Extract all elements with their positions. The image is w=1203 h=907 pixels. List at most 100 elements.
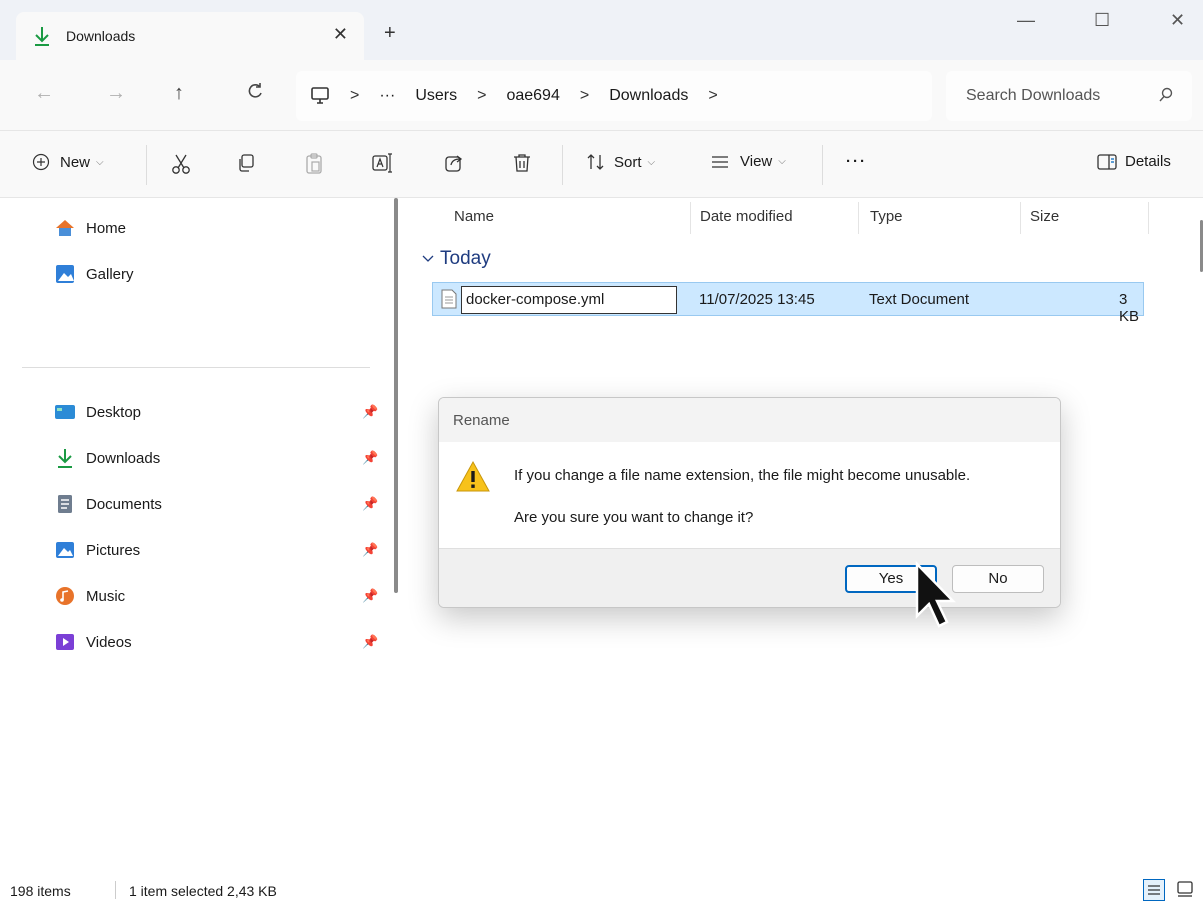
status-bar: 198 items 1 item selected 2,43 KB — [0, 873, 1203, 907]
sidebar-item-desktop[interactable]: Desktop — [54, 402, 141, 422]
refresh-icon — [248, 83, 262, 98]
sidebar-scrollbar[interactable] — [394, 198, 398, 593]
pin-icon[interactable]: 📌 — [362, 634, 378, 650]
warning-icon — [456, 460, 490, 492]
group-header-today[interactable]: Today — [422, 248, 491, 270]
breadcrumb-separator: > — [350, 87, 360, 104]
tab-close-button[interactable]: ✕ — [333, 24, 348, 45]
column-header-type[interactable]: Type — [870, 208, 903, 225]
music-icon — [56, 587, 74, 605]
sidebar-item-music[interactable]: Music — [54, 586, 125, 606]
divider — [822, 145, 823, 185]
rename-dialog: Rename If you change a file name extensi… — [438, 397, 1061, 608]
pin-icon[interactable]: 📌 — [362, 588, 378, 604]
maximize-button[interactable]: ☐ — [1094, 10, 1110, 31]
sidebar-item-pictures[interactable]: Pictures — [54, 540, 140, 560]
share-button[interactable] — [444, 153, 464, 173]
forward-button[interactable]: → — [106, 82, 126, 105]
sidebar-item-label: Home — [86, 219, 127, 237]
date-modified-cell: 11/07/2025 13:45 — [699, 291, 815, 308]
breadcrumb-user-folder[interactable]: oae694 — [506, 87, 559, 105]
close-button[interactable]: ✕ — [1170, 10, 1185, 31]
back-button[interactable]: ← — [34, 82, 54, 105]
sidebar-item-documents[interactable]: Documents — [54, 494, 162, 514]
selection-info: 1 item selected 2,43 KB — [129, 883, 277, 899]
new-label: New — [60, 153, 91, 171]
breadcrumb-separator[interactable]: > — [708, 87, 717, 105]
tiles-view-button[interactable] — [1175, 879, 1197, 901]
tab-title: Downloads — [66, 28, 136, 44]
address-bar[interactable]: > ··· Users > oae694 > Downloads > — [296, 71, 932, 121]
copy-button[interactable] — [236, 153, 256, 173]
chevron-down-icon: ⌵ — [778, 156, 786, 167]
more-options-button[interactable]: ··· — [846, 153, 867, 170]
column-divider[interactable] — [858, 202, 859, 234]
gallery-icon — [56, 265, 74, 283]
paste-button[interactable] — [304, 153, 324, 175]
details-label: Details — [1125, 153, 1171, 170]
breadcrumb-ellipsis[interactable]: ··· — [379, 87, 395, 105]
column-header-size[interactable]: Size — [1030, 208, 1059, 225]
dialog-title: Rename — [453, 412, 510, 429]
sort-button[interactable]: Sort ⌵ — [586, 153, 655, 171]
refresh-button[interactable] — [246, 82, 264, 106]
up-button[interactable]: ↑ — [174, 82, 184, 105]
share-icon — [445, 155, 463, 172]
cut-icon — [172, 154, 190, 174]
column-divider[interactable] — [1148, 202, 1149, 234]
text-file-icon — [441, 289, 457, 309]
chevron-down-icon — [422, 255, 434, 262]
sidebar-item-gallery[interactable]: Gallery — [54, 264, 134, 284]
tiles-view-icon — [1177, 881, 1193, 897]
copy-icon — [239, 154, 254, 172]
pin-icon[interactable]: 📌 — [362, 542, 378, 558]
rename-input[interactable]: docker-compose.yml — [461, 286, 677, 314]
table-row[interactable]: docker-compose.yml 11/07/2025 13:45 Text… — [432, 282, 1144, 325]
pin-icon[interactable]: 📌 — [362, 450, 378, 466]
pictures-icon — [56, 542, 74, 558]
this-pc-icon — [311, 87, 329, 104]
column-header-name[interactable]: Name — [454, 208, 494, 225]
sort-label: Sort — [614, 153, 642, 171]
cut-button[interactable] — [170, 153, 192, 175]
downloads-icon — [58, 449, 72, 468]
sidebar-item-videos[interactable]: Videos — [54, 632, 132, 652]
delete-button[interactable] — [512, 153, 532, 173]
breadcrumb-separator[interactable]: > — [477, 87, 486, 105]
column-header-date[interactable]: Date modified — [700, 208, 793, 225]
details-pane-icon — [1097, 153, 1117, 170]
rename-button[interactable] — [372, 153, 394, 173]
details-view-button[interactable] — [1143, 879, 1165, 901]
status-divider — [115, 881, 116, 899]
divider — [562, 145, 563, 185]
pin-icon[interactable]: 📌 — [362, 496, 378, 512]
breadcrumb-separator[interactable]: > — [580, 87, 589, 105]
videos-icon — [56, 634, 74, 650]
tab-downloads[interactable]: Downloads ✕ — [16, 12, 364, 60]
size-cell: 3 KB — [1119, 291, 1140, 325]
desktop-icon — [55, 405, 75, 419]
breadcrumb-users[interactable]: Users — [415, 87, 457, 105]
new-tab-button[interactable]: + — [384, 22, 396, 45]
column-divider[interactable] — [690, 202, 691, 234]
minimize-button[interactable]: — — [1017, 10, 1035, 31]
sidebar-item-home[interactable]: Home — [54, 218, 126, 238]
sidebar-item-label: Pictures — [86, 541, 141, 559]
pin-icon[interactable]: 📌 — [362, 404, 378, 420]
sidebar-item-label: Desktop — [86, 403, 142, 421]
view-button[interactable]: View ⌵ — [710, 153, 786, 170]
group-label: Today — [440, 248, 491, 269]
sidebar-item-label: Downloads — [86, 449, 161, 467]
new-button[interactable]: New ⌵ — [32, 153, 104, 171]
delete-icon — [514, 154, 530, 172]
chevron-down-icon: ⌵ — [647, 156, 656, 168]
breadcrumb-downloads[interactable]: Downloads — [609, 87, 688, 105]
sidebar-item-downloads[interactable]: Downloads — [54, 448, 160, 468]
column-divider[interactable] — [1020, 202, 1021, 234]
navigation-pane: Home Gallery Desktop 📌 Downloads 📌 Docum… — [0, 198, 404, 873]
paste-icon — [306, 153, 322, 174]
search-box[interactable]: Search Downloads — [946, 71, 1192, 121]
no-button[interactable]: No — [952, 565, 1044, 593]
details-button[interactable]: Details — [1097, 153, 1171, 170]
rename-icon — [372, 153, 392, 173]
